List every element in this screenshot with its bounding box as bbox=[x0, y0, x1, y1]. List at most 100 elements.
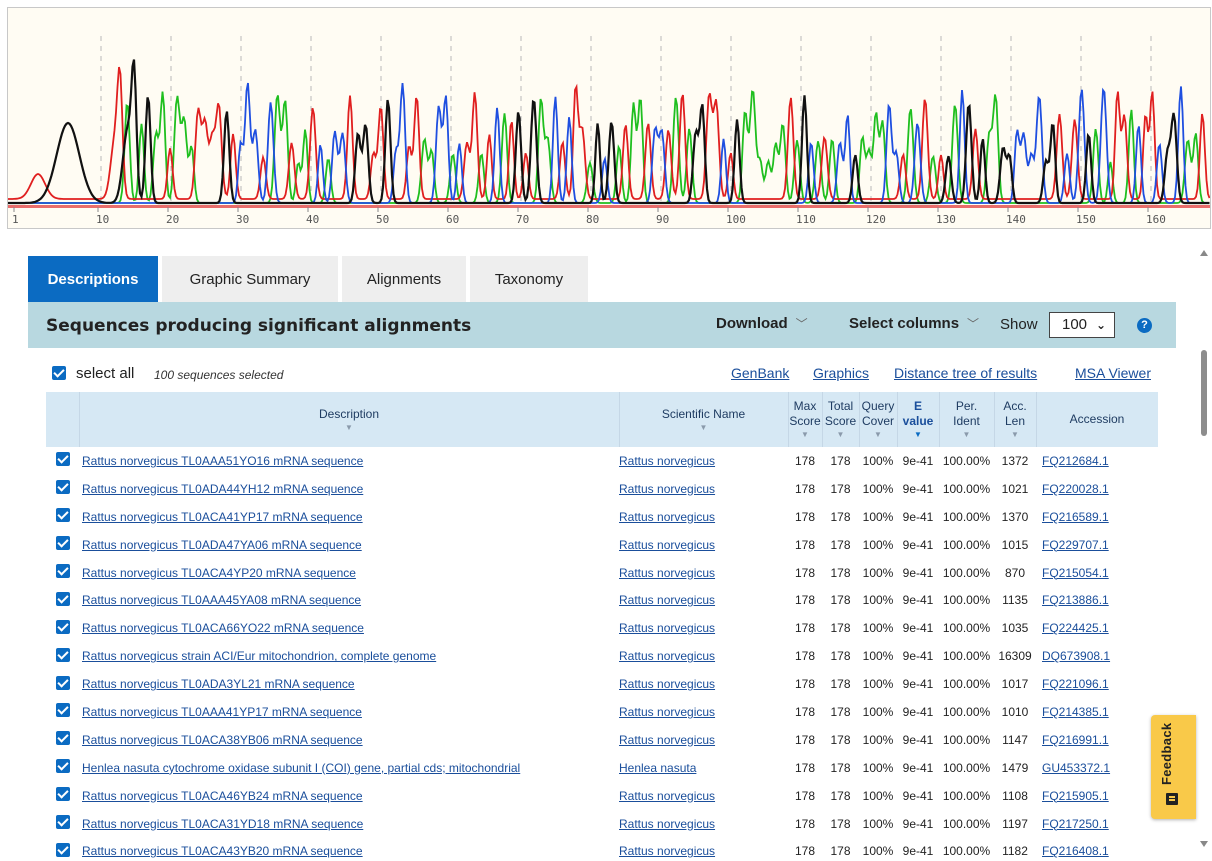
description-link[interactable]: Rattus norvegicus TL0ACA38YB06 mRNA sequ… bbox=[82, 733, 363, 747]
scientific-name-link[interactable]: Rattus norvegicus bbox=[619, 733, 715, 747]
tab-taxonomy[interactable]: Taxonomy bbox=[470, 256, 588, 302]
scientific-name-link[interactable]: Rattus norvegicus bbox=[619, 454, 715, 468]
description-link[interactable]: Rattus norvegicus TL0ACA41YP17 mRNA sequ… bbox=[82, 510, 363, 524]
accession-link[interactable]: FQ215905.1 bbox=[1042, 789, 1109, 803]
row-checkbox[interactable] bbox=[55, 508, 70, 523]
select-all-label[interactable]: select all bbox=[76, 365, 134, 382]
accession-link[interactable]: FQ216408.1 bbox=[1042, 844, 1109, 858]
accession-link[interactable]: FQ224425.1 bbox=[1042, 621, 1109, 635]
scientific-name-cell: Rattus norvegicus bbox=[619, 670, 788, 698]
accession-link[interactable]: GU453372.1 bbox=[1042, 761, 1110, 775]
description-link[interactable]: Rattus norvegicus TL0ACA4YP20 mRNA seque… bbox=[82, 566, 356, 580]
description-link[interactable]: Rattus norvegicus TL0ACA66YO22 mRNA sequ… bbox=[82, 621, 364, 635]
scientific-name-link[interactable]: Rattus norvegicus bbox=[619, 538, 715, 552]
tab-descriptions[interactable]: Descriptions bbox=[28, 256, 158, 302]
scientific-name-link[interactable]: Rattus norvegicus bbox=[619, 566, 715, 580]
max-score-cell: 178 bbox=[794, 677, 816, 692]
row-checkbox-cell bbox=[46, 754, 79, 782]
accession-link[interactable]: FQ221096.1 bbox=[1042, 677, 1109, 691]
accession-link[interactable]: FQ229707.1 bbox=[1042, 538, 1109, 552]
description-link[interactable]: Rattus norvegicus TL0ACA31YD18 mRNA sequ… bbox=[82, 817, 363, 831]
scroll-thumb[interactable] bbox=[1201, 350, 1207, 436]
accession-link[interactable]: FQ216991.1 bbox=[1042, 733, 1109, 747]
tab-alignments[interactable]: Alignments bbox=[342, 256, 466, 302]
accession-link[interactable]: FQ216589.1 bbox=[1042, 510, 1109, 524]
page-scrollbar[interactable] bbox=[1196, 244, 1212, 861]
msa-viewer-link[interactable]: MSA Viewer bbox=[1075, 365, 1151, 381]
select-columns-button[interactable]: Select columns ﹀ bbox=[849, 315, 979, 332]
header-scientific-name[interactable]: Scientific Name ▼ bbox=[619, 392, 789, 447]
description-link[interactable]: Rattus norvegicus TL0AAA41YP17 mRNA sequ… bbox=[82, 705, 362, 719]
scientific-name-link[interactable]: Rattus norvegicus bbox=[619, 817, 715, 831]
row-checkbox[interactable] bbox=[55, 842, 70, 857]
show-count-select[interactable]: 100 ⌄ bbox=[1049, 312, 1115, 338]
scientific-name-link[interactable]: Rattus norvegicus bbox=[619, 593, 715, 607]
scientific-name-link[interactable]: Rattus norvegicus bbox=[619, 789, 715, 803]
row-checkbox-cell bbox=[46, 837, 79, 861]
scroll-up-arrow-icon[interactable] bbox=[1200, 250, 1208, 256]
feedback-button[interactable]: Feedback bbox=[1151, 715, 1196, 819]
max-score-cell: 178 bbox=[794, 565, 816, 580]
genbank-link[interactable]: GenBank bbox=[731, 365, 789, 381]
accession-link[interactable]: FQ217250.1 bbox=[1042, 817, 1109, 831]
row-checkbox[interactable] bbox=[55, 536, 70, 551]
scientific-name-link[interactable]: Rattus norvegicus bbox=[619, 482, 715, 496]
header-total-score[interactable]: Total Score ▼ bbox=[822, 392, 860, 447]
scroll-down-arrow-icon[interactable] bbox=[1200, 841, 1208, 847]
scientific-name-link[interactable]: Rattus norvegicus bbox=[619, 677, 715, 691]
help-icon[interactable]: ? bbox=[1137, 318, 1152, 333]
row-checkbox[interactable] bbox=[55, 480, 70, 495]
header-query-cover[interactable]: Query Cover ▼ bbox=[859, 392, 898, 447]
accession-link[interactable]: FQ213886.1 bbox=[1042, 593, 1109, 607]
row-checkbox[interactable] bbox=[55, 564, 70, 578]
row-checkbox[interactable] bbox=[55, 591, 70, 606]
graphics-link[interactable]: Graphics bbox=[813, 365, 869, 381]
chromatogram-viewer[interactable]: 1 10 20 30 40 50 60 70 80 90 100 110 120 130 140 150 160 bbox=[7, 7, 1211, 229]
per-ident-cell: 100.00% bbox=[942, 649, 991, 664]
description-link[interactable]: Rattus norvegicus TL0ACA46YB24 mRNA sequ… bbox=[82, 789, 363, 803]
scientific-name-link[interactable]: Rattus norvegicus bbox=[619, 510, 715, 524]
tab-graphic-summary[interactable]: Graphic Summary bbox=[162, 256, 338, 302]
row-checkbox[interactable] bbox=[55, 675, 70, 690]
row-checkbox[interactable] bbox=[55, 647, 70, 662]
download-button[interactable]: Download ﹀ bbox=[716, 315, 808, 332]
description-link[interactable]: Rattus norvegicus TL0ADA44YH12 mRNA sequ… bbox=[82, 482, 363, 496]
scientific-name-link[interactable]: Rattus norvegicus bbox=[619, 621, 715, 635]
row-checkbox[interactable] bbox=[55, 787, 70, 802]
scientific-name-link[interactable]: Rattus norvegicus bbox=[619, 705, 715, 719]
row-checkbox[interactable] bbox=[55, 452, 70, 467]
header-per-ident[interactable]: Per. Ident ▼ bbox=[939, 392, 995, 447]
scientific-name-link[interactable]: Henlea nasuta bbox=[619, 761, 696, 775]
description-link[interactable]: Rattus norvegicus TL0ACA43YB20 mRNA sequ… bbox=[82, 844, 363, 858]
header-description[interactable]: Description ▼ bbox=[79, 392, 620, 447]
header-acc-len[interactable]: Acc. Len ▼ bbox=[994, 392, 1037, 447]
row-checkbox[interactable] bbox=[55, 731, 70, 746]
description-cell: Rattus norvegicus TL0ACA4YP20 mRNA seque… bbox=[79, 559, 619, 587]
description-link[interactable]: Rattus norvegicus TL0ADA47YA06 mRNA sequ… bbox=[82, 538, 362, 552]
select-all-checkbox[interactable] bbox=[52, 366, 66, 380]
accession-link[interactable]: DQ673908.1 bbox=[1042, 649, 1110, 663]
header-accession[interactable]: Accession bbox=[1036, 392, 1158, 447]
accession-link[interactable]: FQ215054.1 bbox=[1042, 566, 1109, 580]
accession-link[interactable]: FQ214385.1 bbox=[1042, 705, 1109, 719]
description-link[interactable]: Rattus norvegicus TL0AAA45YA08 mRNA sequ… bbox=[82, 593, 361, 607]
description-link[interactable]: Rattus norvegicus TL0ADA3YL21 mRNA seque… bbox=[82, 677, 355, 691]
row-checkbox-cell bbox=[46, 586, 79, 614]
distance-tree-link[interactable]: Distance tree of results bbox=[894, 365, 1037, 381]
description-link[interactable]: Rattus norvegicus TL0AAA51YO16 mRNA sequ… bbox=[82, 454, 363, 468]
accession-link[interactable]: FQ220028.1 bbox=[1042, 482, 1109, 496]
row-checkbox[interactable] bbox=[55, 815, 70, 830]
per-ident-cell: 100.00% bbox=[942, 844, 991, 859]
accession-link[interactable]: FQ212684.1 bbox=[1042, 454, 1109, 468]
description-link[interactable]: Henlea nasuta cytochrome oxidase subunit… bbox=[82, 761, 520, 775]
row-checkbox[interactable] bbox=[55, 619, 70, 634]
description-link[interactable]: Rattus norvegicus strain ACI/Eur mitocho… bbox=[82, 649, 436, 663]
row-checkbox[interactable] bbox=[55, 703, 70, 718]
accession-cell: FQ215054.1 bbox=[1036, 559, 1158, 587]
header-max-score[interactable]: Max Score ▼ bbox=[788, 392, 823, 447]
scientific-name-link[interactable]: Rattus norvegicus bbox=[619, 844, 715, 858]
scientific-name-link[interactable]: Rattus norvegicus bbox=[619, 649, 715, 663]
header-e-value[interactable]: Evalue ▼ bbox=[897, 392, 940, 447]
scientific-name-cell: Rattus norvegicus bbox=[619, 698, 788, 726]
row-checkbox[interactable] bbox=[55, 759, 70, 774]
